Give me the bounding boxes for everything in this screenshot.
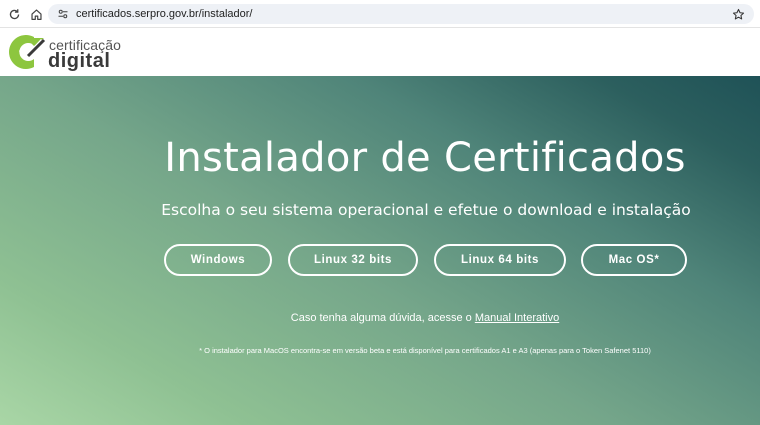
macos-footnote: * O instalador para MacOS encontra-se em… (199, 346, 651, 355)
bookmark-star-icon[interactable] (730, 6, 746, 22)
logo-text-bottom: digital (48, 50, 111, 72)
hero-section: Instalador de Certificados Escolha o seu… (0, 76, 760, 425)
home-icon[interactable] (27, 5, 45, 23)
site-header: certificação digital (0, 28, 760, 76)
address-bar[interactable]: certificados.serpro.gov.br/instalador/ (48, 4, 754, 24)
mac-os-button[interactable]: Mac OS* (581, 244, 687, 276)
reload-icon[interactable] (5, 5, 23, 23)
browser-toolbar: certificados.serpro.gov.br/instalador/ (0, 0, 760, 28)
linux-32-bits-button[interactable]: Linux 32 bits (288, 244, 418, 276)
manual-interativo-link[interactable]: Manual Interativo (475, 312, 559, 324)
help-line: Caso tenha alguma dúvida, acesse o Manua… (0, 311, 760, 325)
url-text[interactable]: certificados.serpro.gov.br/instalador/ (76, 7, 253, 21)
help-text: Caso tenha alguma dúvida, acesse o (290, 312, 472, 324)
certificacao-digital-logo[interactable]: certificação digital (4, 32, 124, 72)
page-subtitle: Escolha o seu sistema operacional e efet… (161, 201, 691, 219)
windows-button[interactable]: Windows (164, 244, 272, 276)
site-info-icon[interactable] (56, 7, 70, 21)
page-title: Instalador de Certificados (164, 135, 686, 181)
logo-mark-icon (9, 35, 46, 69)
linux-64-bits-button[interactable]: Linux 64 bits (434, 244, 566, 276)
